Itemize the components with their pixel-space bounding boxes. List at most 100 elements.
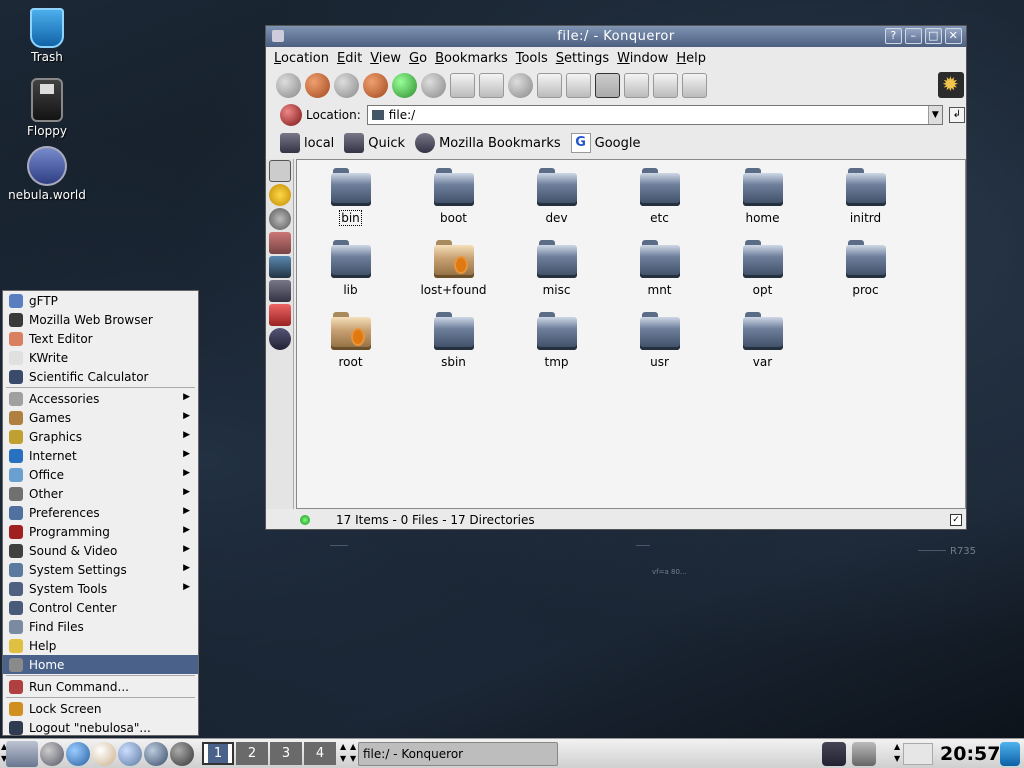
folder-item-misc[interactable]: misc: [505, 238, 608, 310]
taskbar-scroll-arrows[interactable]: ▲ ▼: [340, 741, 348, 765]
file-view[interactable]: bin boot dev etc home initrd lib lost+found misc…: [296, 159, 966, 509]
menu-tools[interactable]: Tools: [512, 51, 552, 66]
folder-item-home[interactable]: home: [711, 166, 814, 238]
kmenu-item-accessories[interactable]: Accessories ▶: [3, 389, 198, 408]
stop-icon[interactable]: [421, 72, 446, 98]
folder-item-proc[interactable]: proc: [814, 238, 917, 310]
network-monitor-icon[interactable]: [822, 742, 846, 766]
folder-item-var[interactable]: var: [711, 310, 814, 382]
folder-item-sbin[interactable]: sbin: [402, 310, 505, 382]
menu-edit[interactable]: Edit: [333, 51, 366, 66]
view-link-checkbox[interactable]: ✓: [950, 514, 962, 526]
bookmark-mozilla[interactable]: Mozilla Bookmarks: [415, 133, 561, 153]
kmenu-item-find-files[interactable]: Find Files: [3, 617, 198, 636]
icon-view-icon[interactable]: [595, 72, 620, 98]
folder-item-boot[interactable]: boot: [402, 166, 505, 238]
network-tab-icon[interactable]: [268, 256, 291, 278]
kmenu-item-internet[interactable]: Internet ▶: [3, 446, 198, 465]
clear-location-icon[interactable]: [280, 104, 302, 126]
history-tab-icon[interactable]: [268, 328, 291, 350]
kmenu-item-system-settings[interactable]: System Settings ▶: [3, 560, 198, 579]
folder-item-lost-found[interactable]: lost+found: [402, 238, 505, 310]
kmenu-item-other[interactable]: Other ▶: [3, 484, 198, 503]
kmenu-item-logout-nebulosa[interactable]: Logout "nebulosa"...: [3, 718, 198, 737]
menu-view[interactable]: View: [366, 51, 405, 66]
close-button[interactable]: ✕: [945, 28, 962, 44]
desktop-3[interactable]: 3: [270, 742, 302, 765]
file-manager-launcher-icon[interactable]: [118, 742, 142, 766]
home-tab-icon[interactable]: [268, 232, 291, 254]
paste-icon[interactable]: [508, 72, 533, 98]
root-folder-tab-icon[interactable]: [268, 280, 291, 302]
menu-bookmarks[interactable]: Bookmarks: [431, 51, 512, 66]
kmenu-item-games[interactable]: Games ▶: [3, 408, 198, 427]
folder-item-mnt[interactable]: mnt: [608, 238, 711, 310]
zoom-out-icon[interactable]: [566, 72, 591, 98]
desktop-4[interactable]: 4: [304, 742, 336, 765]
bookmarks-tab-icon[interactable]: [268, 184, 291, 206]
desktop-2[interactable]: 2: [236, 742, 268, 765]
folder-item-initrd[interactable]: initrd: [814, 166, 917, 238]
chevron-down-icon[interactable]: ▼: [927, 106, 942, 124]
kmenu-item-run-command[interactable]: Run Command...: [3, 677, 198, 696]
kmenu-item-kwrite[interactable]: KWrite: [3, 348, 198, 367]
kmenu-item-mozilla-web-browser[interactable]: Mozilla Web Browser: [3, 310, 198, 329]
menu-go[interactable]: Go: [405, 51, 431, 66]
split-view-icon[interactable]: [653, 72, 678, 98]
cut-icon[interactable]: [450, 72, 475, 98]
copy-icon[interactable]: [479, 72, 504, 98]
reload-icon[interactable]: [392, 72, 417, 98]
titlebar[interactable]: file:/ - Konqueror ? – □ ✕: [266, 26, 966, 47]
folder-item-etc[interactable]: etc: [608, 166, 711, 238]
desktop-icon-nebula-world[interactable]: nebula.world: [2, 146, 92, 202]
clock[interactable]: 20:57: [940, 741, 1000, 767]
configure-panel-icon[interactable]: [268, 160, 291, 182]
location-input[interactable]: file:/ ▼: [366, 105, 943, 125]
menu-settings[interactable]: Settings: [552, 51, 613, 66]
kmenu-item-office[interactable]: Office ▶: [3, 465, 198, 484]
kmenu-item-programming[interactable]: Programming ▶: [3, 522, 198, 541]
menu-help[interactable]: Help: [672, 51, 710, 66]
klipper-icon[interactable]: [852, 742, 876, 766]
folder-item-root[interactable]: root: [299, 310, 402, 382]
window-menu-icon[interactable]: [272, 30, 284, 42]
home-icon[interactable]: [363, 72, 388, 98]
bookmark-quick[interactable]: Quick: [344, 133, 405, 153]
kmenu-item-help[interactable]: Help: [3, 636, 198, 655]
terminal-launcher-icon[interactable]: [144, 742, 168, 766]
kmenu-item-text-editor[interactable]: Text Editor: [3, 329, 198, 348]
tray-scroll-arrows[interactable]: ▲ ▼: [894, 741, 902, 765]
gimp-launcher-icon[interactable]: [170, 742, 194, 766]
folder-item-lib[interactable]: lib: [299, 238, 402, 310]
detail-view-icon[interactable]: [624, 72, 649, 98]
menu-location[interactable]: Location: [270, 51, 333, 66]
kmenu-item-preferences[interactable]: Preferences ▶: [3, 503, 198, 522]
kmenu-item-sound-video[interactable]: Sound & Video ▶: [3, 541, 198, 560]
folder-item-dev[interactable]: dev: [505, 166, 608, 238]
mozilla-launcher-icon[interactable]: [40, 742, 64, 766]
forward-icon[interactable]: [334, 72, 359, 98]
maximize-button[interactable]: □: [925, 28, 942, 44]
trash-applet-icon[interactable]: [1000, 742, 1020, 766]
devices-tab-icon[interactable]: [268, 208, 291, 230]
mail-launcher-icon[interactable]: [92, 742, 116, 766]
desktop-icon-floppy[interactable]: Floppy: [2, 78, 92, 138]
kmenu-item-control-center[interactable]: Control Center: [3, 598, 198, 617]
kmenu-item-scientific-calculator[interactable]: Scientific Calculator: [3, 367, 198, 386]
folder-item-bin[interactable]: bin: [299, 166, 402, 238]
taskbar-item-konqueror[interactable]: file:/ - Konqueror: [358, 742, 558, 766]
minimize-button[interactable]: –: [905, 28, 922, 44]
zoom-in-icon[interactable]: [537, 72, 562, 98]
k-menu-button[interactable]: [6, 741, 38, 767]
go-button[interactable]: ↲: [948, 107, 965, 123]
desktop-1[interactable]: 1: [202, 742, 234, 765]
folder-item-usr[interactable]: usr: [608, 310, 711, 382]
kmenu-item-lock-screen[interactable]: Lock Screen: [3, 699, 198, 718]
folder-item-opt[interactable]: opt: [711, 238, 814, 310]
menu-window[interactable]: Window: [613, 51, 672, 66]
single-view-icon[interactable]: [682, 72, 707, 98]
up-icon[interactable]: [276, 72, 301, 98]
kmenu-item-gftp[interactable]: gFTP: [3, 291, 198, 310]
kmenu-item-graphics[interactable]: Graphics ▶: [3, 427, 198, 446]
services-tab-icon[interactable]: [268, 304, 291, 326]
